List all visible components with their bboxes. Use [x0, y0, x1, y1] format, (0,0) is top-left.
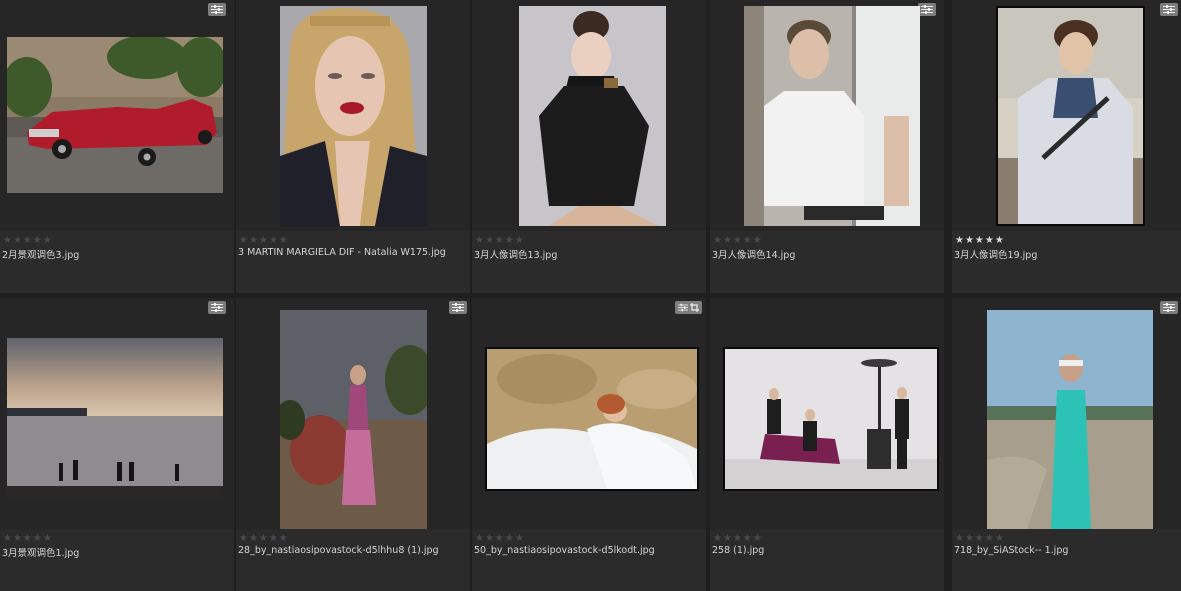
thumbnail-cell[interactable]: ★★★★★ 3月人像调色13.jpg: [472, 0, 706, 293]
star-rating[interactable]: ★★★★★: [955, 236, 1005, 246]
star-rating[interactable]: ★★★★★: [955, 534, 1005, 544]
edit-badges[interactable]: [675, 301, 702, 314]
sliders-icon[interactable]: [208, 301, 226, 314]
photo-thumbnail[interactable]: [280, 6, 427, 226]
photo-thumbnail[interactable]: [723, 347, 939, 491]
filename-label: 28_by_nastiaosipovastock-d5lhhu8 (1).jpg: [238, 545, 439, 556]
star-rating[interactable]: ★★★★★: [475, 236, 525, 246]
sliders-icon[interactable]: [449, 301, 467, 314]
photo-thumbnail[interactable]: [7, 338, 223, 500]
thumbnail-cell[interactable]: ★★★★★ 3 MARTIN MARGIELA DIF - Natalia W1…: [236, 0, 470, 293]
filename-label: 3月景观调色1.jpg: [2, 548, 80, 559]
thumbnail-cell[interactable]: ★★★★★ 718_by_SiAStock-- 1.jpg: [952, 298, 1181, 591]
filename-label: 258 (1).jpg: [712, 545, 765, 556]
sliders-icon[interactable]: [208, 3, 226, 16]
photo-thumbnail[interactable]: [280, 310, 427, 529]
star-rating[interactable]: ★★★★★: [3, 534, 53, 544]
filename-label: 3 MARTIN MARGIELA DIF - Natalia W175.jpg: [238, 247, 446, 258]
star-rating[interactable]: ★★★★★: [3, 236, 53, 246]
photo-thumbnail[interactable]: [485, 347, 699, 491]
sliders-icon[interactable]: [918, 3, 936, 16]
photo-thumbnail[interactable]: [996, 6, 1145, 226]
thumbnail-cell[interactable]: ★★★★★ 2月景观调色3.jpg: [0, 0, 234, 293]
photo-thumbnail[interactable]: [7, 37, 223, 193]
photo-thumbnail[interactable]: [744, 6, 920, 226]
crop-icon: [690, 303, 699, 312]
photo-thumbnail[interactable]: [987, 310, 1153, 529]
filename-label: 3月人像调色14.jpg: [712, 250, 796, 261]
star-rating[interactable]: ★★★★★: [239, 236, 289, 246]
sliders-icon: [678, 303, 688, 312]
filename-label: 2月景观调色3.jpg: [2, 250, 80, 261]
filename-label: 3月人像调色19.jpg: [954, 250, 1038, 261]
photo-thumbnail[interactable]: [519, 6, 666, 226]
thumbnail-cell[interactable]: ★★★★★ 50_by_nastiaosipovastock-d5lkodt.j…: [472, 298, 706, 591]
thumbnail-cell[interactable]: ★★★★★ 3月人像调色19.jpg: [952, 0, 1181, 293]
star-rating[interactable]: ★★★★★: [239, 534, 289, 544]
filename-label: 718_by_SiAStock-- 1.jpg: [954, 545, 1069, 556]
thumbnail-cell[interactable]: ★★★★★ 3月人像调色14.jpg: [710, 0, 944, 293]
star-rating[interactable]: ★★★★★: [713, 236, 763, 246]
filename-label: 3月人像调色13.jpg: [474, 250, 558, 261]
thumbnail-grid: ★★★★★ 2月景观调色3.jpg ★★★★★ 3 MARTIN MARGIEL…: [0, 0, 1181, 591]
thumbnail-cell[interactable]: ★★★★★ 28_by_nastiaosipovastock-d5lhhu8 (…: [236, 298, 470, 591]
sliders-icon[interactable]: [1160, 301, 1178, 314]
thumbnail-cell[interactable]: ★★★★★ 258 (1).jpg: [710, 298, 944, 591]
thumbnail-cell[interactable]: ★★★★★ 3月景观调色1.jpg: [0, 298, 234, 591]
star-rating[interactable]: ★★★★★: [475, 534, 525, 544]
star-rating[interactable]: ★★★★★: [713, 534, 763, 544]
sliders-icon[interactable]: [1160, 3, 1178, 16]
filename-label: 50_by_nastiaosipovastock-d5lkodt.jpg: [474, 545, 655, 556]
